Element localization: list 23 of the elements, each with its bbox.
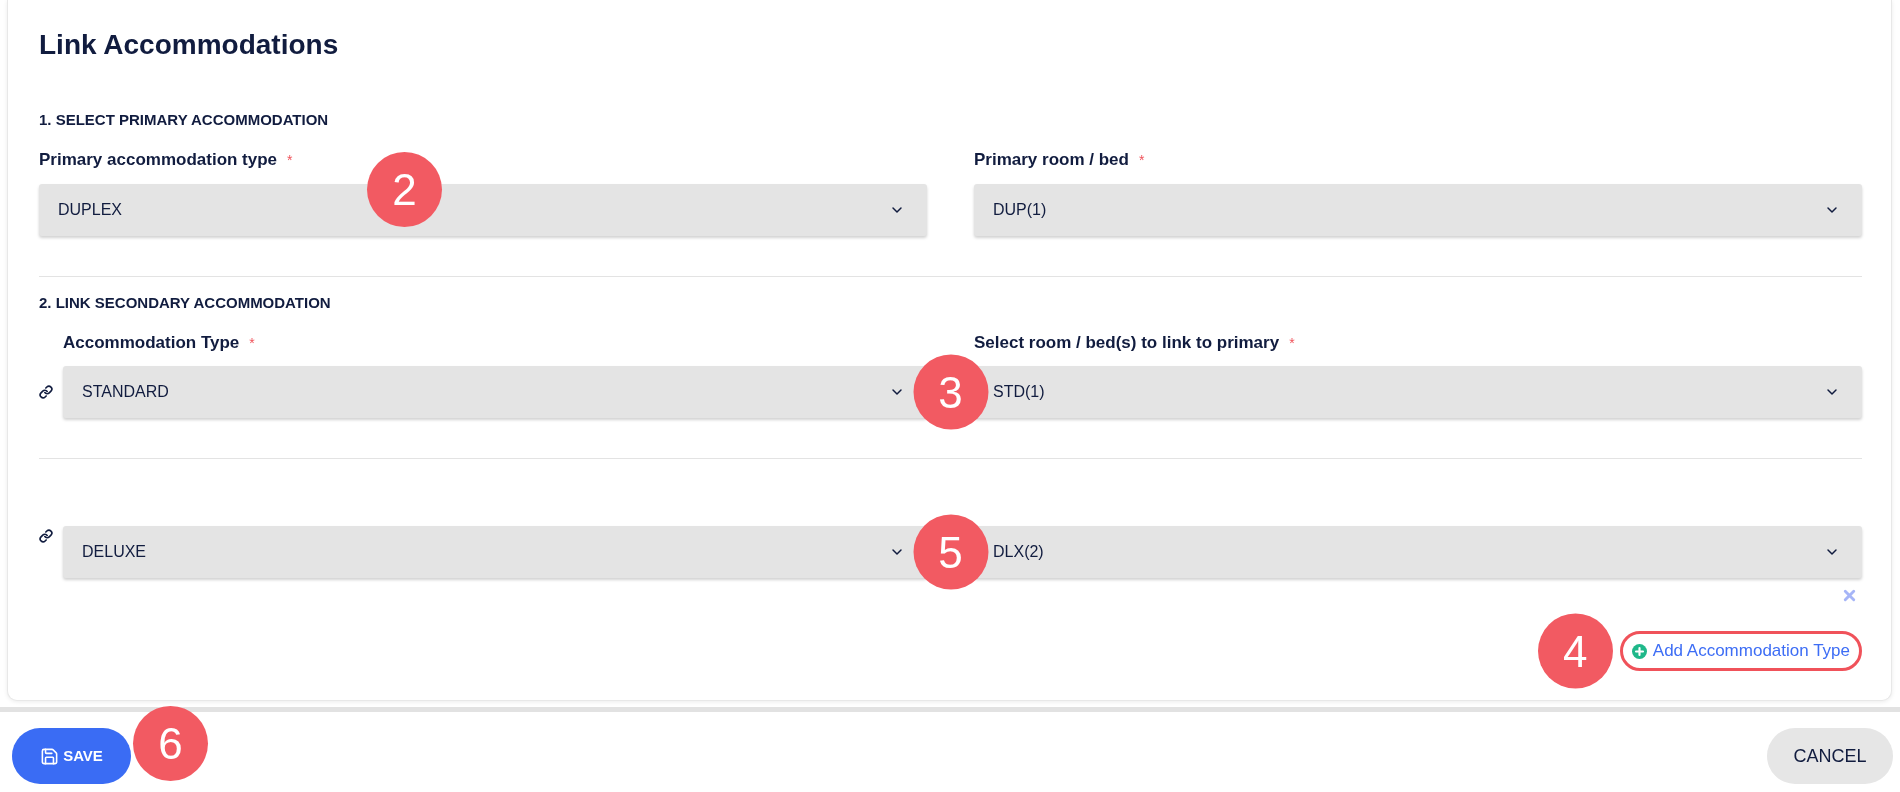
field-label: Primary accommodation type bbox=[39, 149, 278, 171]
required-marker: * bbox=[1289, 334, 1295, 353]
save-button[interactable]: SAVE bbox=[12, 728, 131, 784]
remove-icon[interactable] bbox=[1841, 587, 1858, 604]
dropdown[interactable]: DUP(1) bbox=[974, 184, 1862, 236]
section-heading: 1. SELECT PRIMARY ACCOMMODATION bbox=[39, 110, 330, 130]
required-marker: * bbox=[287, 151, 293, 170]
callout-number: 4 bbox=[1537, 613, 1613, 689]
section-heading: 2. LINK SECONDARY ACCOMMODATION bbox=[39, 293, 332, 313]
required-marker: * bbox=[1138, 151, 1145, 170]
field-label: Accommodation Type bbox=[63, 332, 240, 354]
cancel-button[interactable]: CANCEL bbox=[1767, 728, 1893, 784]
page-title: Link Accommodations bbox=[39, 28, 340, 62]
chain-link-icon bbox=[39, 529, 53, 543]
callout-number: 5 bbox=[913, 514, 988, 590]
chain-link-icon bbox=[39, 385, 53, 399]
field-label: Primary room / bed bbox=[974, 149, 1129, 171]
add-accommodation-link[interactable]: Add Accommodation Type bbox=[1619, 631, 1862, 671]
field-label: Select room / bed(s) to link to primary bbox=[974, 332, 1280, 354]
callout-number: 3 bbox=[913, 354, 988, 430]
required-marker: * bbox=[249, 334, 255, 353]
callout-number: 6 bbox=[133, 706, 208, 781]
plus-circle-icon bbox=[1631, 643, 1647, 659]
